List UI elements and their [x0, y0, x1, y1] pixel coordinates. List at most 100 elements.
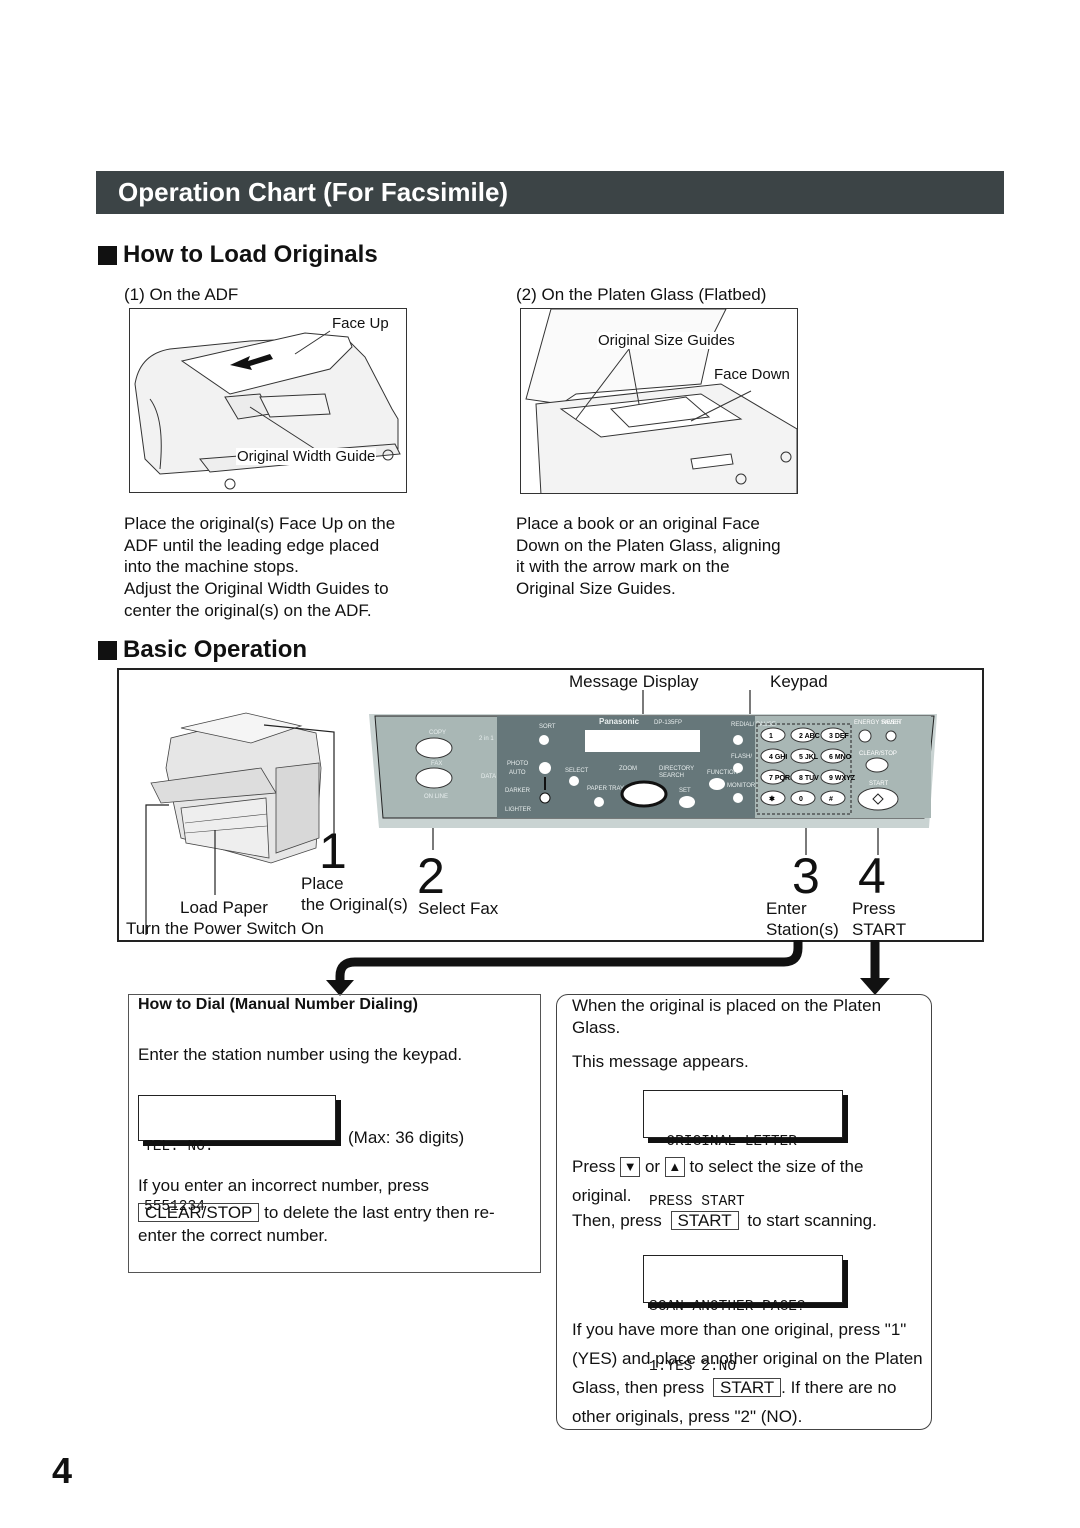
clear-stop-instruction: CLEAR/STOP to delete the last entry then… — [138, 1202, 495, 1224]
select-button[interactable] — [569, 776, 579, 786]
manual-dialing-box: How to Dial (Manual Number Dialing) Ente… — [128, 994, 541, 1273]
density-button[interactable] — [539, 792, 551, 804]
label-power-switch: Turn the Power Switch On — [126, 919, 324, 938]
monitor-button[interactable] — [733, 793, 743, 803]
keypad-key-label: 9 WXYZ — [829, 775, 856, 782]
keypad-key-0[interactable] — [760, 727, 786, 743]
panel-label-set: SET — [679, 788, 691, 794]
start-key: START — [670, 1211, 739, 1230]
panel-label-monitor: MONITOR — [727, 783, 756, 789]
reenter-text: enter the correct number. — [138, 1226, 328, 1245]
message-appears-text: This message appears. — [572, 1052, 749, 1071]
redial-pause-button[interactable] — [733, 735, 743, 745]
section-heading-load-originals: How to Load Originals — [98, 241, 378, 269]
step-3-number: 3 — [792, 848, 820, 904]
adf-drawing — [134, 330, 401, 490]
panel-label-sort: SORT — [539, 724, 556, 730]
panel-label-darker: DARKER — [505, 788, 531, 794]
step-4-number: 4 — [858, 848, 886, 904]
start-button[interactable] — [857, 787, 899, 811]
lcd-line-1: SCAN ANOTHER PAGE? — [649, 1299, 806, 1315]
label-original-size-guides: Original Size Guides — [597, 332, 736, 349]
step-1-number: 1 — [319, 823, 347, 879]
manual-dialing-intro: Enter the station number using the keypa… — [138, 1045, 463, 1064]
panel-brand: Panasonic — [599, 717, 640, 726]
up-arrow-key-icon: ▲ — [664, 1157, 685, 1177]
copy-button[interactable] — [415, 737, 453, 759]
panel-label-fax: FAX — [431, 761, 442, 767]
manual-dialing-heading: How to Dial (Manual Number Dialing) — [138, 996, 419, 1013]
text: Press — [572, 1157, 616, 1176]
keypad-key-label: ✱ — [769, 795, 775, 803]
panel-label-reset: RESET — [882, 720, 902, 726]
panel-label-directory: DIRECTORY — [659, 766, 694, 772]
basic-operation-box: Message Display Keypad COPY FAX ON LINE … — [117, 668, 984, 942]
section-heading-basic-operation: Basic Operation — [98, 636, 307, 664]
platen-illustration: Original Size Guides Face Down — [520, 308, 798, 494]
keypad-key-label: # — [829, 796, 833, 803]
panel-label-copy: COPY — [429, 730, 446, 736]
panel-model: DP-135FP — [654, 720, 682, 726]
panel-label-clear-stop: CLEAR/STOP — [859, 751, 897, 757]
platen-flow-box: When the original is placed on the Plate… — [556, 994, 932, 1430]
keypad-key-10[interactable] — [790, 790, 816, 806]
text: to start scanning. — [747, 1211, 877, 1230]
panel-label-redial: REDIAL/ PAUSE — [731, 722, 776, 728]
reset-button[interactable] — [885, 730, 897, 742]
more-originals-instruction: If you have more than one original, pres… — [572, 1315, 932, 1431]
panel-label-function: FUNCTION — [707, 770, 738, 776]
platen-caption: (2) On the Platen Glass (Flatbed) — [516, 285, 767, 304]
energy-saver-button[interactable] — [858, 729, 872, 743]
message-display — [585, 730, 700, 752]
panel-label-online: ON LINE — [424, 794, 448, 800]
panel-label-auto: AUTO — [509, 770, 526, 776]
sort-button[interactable] — [539, 735, 549, 745]
keypad-key-label: 1 — [769, 733, 773, 740]
instruction-text: to delete the last entry then re- — [259, 1203, 495, 1222]
lcd-original-letter: ORIGINAL=LETTER PRESS START — [643, 1090, 843, 1210]
platen-intro: When the original is placed on the Plate… — [572, 996, 882, 1037]
keypad-key-11[interactable] — [820, 790, 846, 806]
panel-label-flash: FLASH/ — [731, 754, 752, 760]
bullet-square-icon — [98, 640, 117, 660]
label-face-down: Face Down — [713, 366, 791, 383]
fax-button[interactable] — [415, 767, 453, 789]
panel-label-paper-tray: PAPER TRAY — [587, 786, 624, 792]
incorrect-number-text: If you enter an incorrect number, press — [138, 1176, 430, 1195]
label-load-paper: Load Paper — [180, 898, 268, 917]
label-original-width-guide: Original Width Guide — [236, 448, 377, 465]
lcd-tel-no: TEL. NO. 5551234 — [138, 1095, 336, 1215]
keypad-key-label: 6 MNO — [829, 754, 852, 761]
function-button[interactable] — [709, 778, 725, 790]
step-2-label: Select Fax — [418, 899, 499, 918]
start-key: START — [713, 1378, 782, 1397]
text: or — [644, 1157, 661, 1176]
step-4-label: Press START — [852, 899, 907, 939]
paper-tray-button[interactable] — [594, 797, 604, 807]
panel-label-zoom: ZOOM — [619, 766, 637, 772]
arrow-navigation-key[interactable] — [620, 780, 668, 808]
start-scanning-instruction: Then, press START to start scanning. — [572, 1210, 877, 1232]
keypad-key-label: 4 GHI — [769, 754, 787, 761]
flow-arrows — [326, 940, 890, 996]
step-2-number: 2 — [417, 848, 445, 904]
text: Then, press — [572, 1211, 662, 1230]
bullet-square-icon — [98, 245, 117, 265]
keypad-key-label: 0 — [799, 796, 803, 803]
flash-button[interactable] — [733, 763, 743, 773]
step-1-label: Place the Original(s) — [301, 874, 408, 914]
adf-description: Place the original(s) Face Up on the ADF… — [124, 514, 396, 620]
text: to select the size of the original. — [572, 1157, 864, 1205]
clear-stop-button[interactable] — [865, 757, 889, 773]
panel-label-search: SEARCH — [659, 773, 684, 779]
page-number: 4 — [52, 1450, 73, 1491]
panel-label-2in1: 2 in 1 — [479, 736, 494, 742]
panel-label-data: DATA — [481, 774, 496, 780]
original-type-button[interactable] — [539, 762, 551, 774]
panel-label-select: SELECT — [565, 768, 589, 774]
panel-label-photo: PHOTO — [507, 761, 529, 767]
set-button[interactable] — [679, 796, 695, 808]
control-panel: COPY FAX ON LINE 2 in 1 DATA SORT PHOTO … — [369, 714, 937, 828]
keypad-key-label: 5 JKL — [799, 754, 819, 761]
keypad-key-label: 2 ABC — [799, 733, 820, 740]
